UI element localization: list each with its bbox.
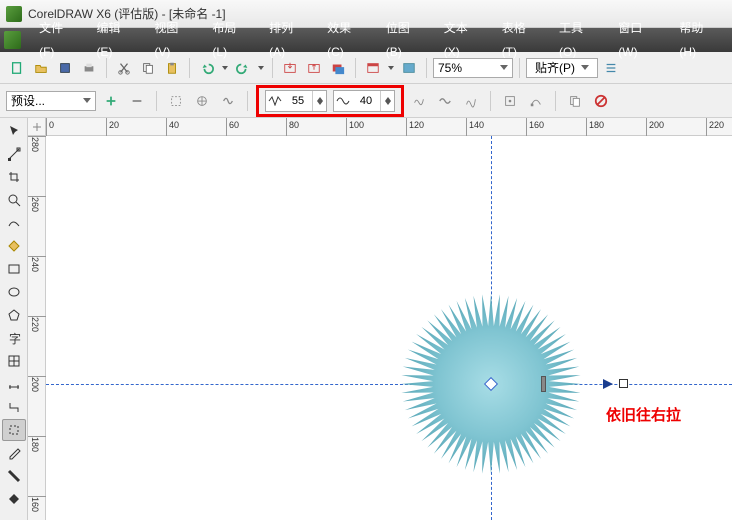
pick-tool[interactable] — [2, 120, 26, 142]
save-button[interactable] — [54, 57, 76, 79]
copy-distort-button[interactable] — [564, 90, 586, 112]
cut-button[interactable] — [113, 57, 135, 79]
zoom-tool[interactable] — [2, 189, 26, 211]
app-logo-icon — [6, 6, 22, 22]
dropdown-arrow-icon — [581, 65, 589, 70]
separator — [156, 91, 157, 111]
undo-dropdown[interactable] — [220, 57, 230, 79]
app-launcher-button[interactable] — [327, 57, 349, 79]
vertical-ruler[interactable]: 280260240220200180160 — [28, 136, 46, 520]
separator — [490, 91, 491, 111]
toolbox: 字 — [0, 118, 28, 520]
snap-label: 贴齐(P) — [535, 59, 575, 76]
presets-combo[interactable]: 预设... — [6, 91, 96, 111]
shape-tool[interactable] — [2, 143, 26, 165]
wave-icon — [334, 96, 352, 106]
amplitude-input[interactable] — [284, 95, 312, 107]
fullscreen-button[interactable] — [398, 57, 420, 79]
separator — [189, 58, 190, 78]
horizontal-guide[interactable] — [46, 384, 732, 385]
presets-label: 预设... — [11, 92, 45, 109]
stepper-up[interactable] — [313, 91, 326, 101]
rectangle-tool[interactable] — [2, 258, 26, 280]
welcome-button[interactable] — [362, 57, 384, 79]
separator — [106, 58, 107, 78]
freehand-tool[interactable] — [2, 212, 26, 234]
stepper-down[interactable] — [381, 101, 394, 111]
undo-button[interactable] — [196, 57, 218, 79]
separator — [426, 58, 427, 78]
frequency-stepper[interactable] — [333, 90, 395, 112]
print-button[interactable] — [78, 57, 100, 79]
separator — [272, 58, 273, 78]
direction-arrow-icon[interactable] — [603, 379, 613, 389]
svg-text:字: 字 — [9, 331, 21, 345]
dropdown-arrow-icon — [500, 65, 508, 70]
options-button[interactable] — [600, 57, 622, 79]
connector-tool[interactable] — [2, 396, 26, 418]
snap-combo[interactable]: 贴齐(P) — [526, 58, 598, 78]
canvas-area: 020406080100120140160180200220 280260240… — [28, 118, 732, 520]
import-button[interactable] — [279, 57, 301, 79]
menu-help[interactable]: 帮助(H) — [669, 16, 728, 64]
polygon-tool[interactable] — [2, 304, 26, 326]
frequency-input[interactable] — [352, 95, 380, 107]
outline-tool[interactable] — [2, 465, 26, 487]
distort-mode1-button[interactable] — [165, 90, 187, 112]
redo-dropdown[interactable] — [256, 57, 266, 79]
new-button[interactable] — [6, 57, 28, 79]
separator — [519, 58, 520, 78]
clear-distort-button[interactable] — [590, 90, 612, 112]
horizontal-ruler[interactable]: 020406080100120140160180200220 — [46, 118, 732, 136]
distortion-slider[interactable] — [541, 376, 546, 392]
app-logo-icon — [4, 31, 21, 49]
separator — [355, 58, 356, 78]
canvas[interactable]: 依旧往右拉 — [46, 136, 732, 520]
zoom-combo[interactable]: 75% — [433, 58, 513, 78]
welcome-dropdown[interactable] — [386, 57, 396, 79]
export-button[interactable] — [303, 57, 325, 79]
distort-mode3-button[interactable] — [217, 90, 239, 112]
random-distort-button[interactable] — [408, 90, 430, 112]
annotation-text: 依旧往右拉 — [606, 404, 681, 425]
convert-curves-button[interactable] — [525, 90, 547, 112]
workspace: 字 020406080100120140160180200220 2802602… — [0, 118, 732, 520]
table-tool[interactable] — [2, 350, 26, 372]
separator — [555, 91, 556, 111]
add-preset-button[interactable] — [100, 90, 122, 112]
ellipse-tool[interactable] — [2, 281, 26, 303]
stepper-up[interactable] — [381, 91, 394, 101]
open-button[interactable] — [30, 57, 52, 79]
separator — [247, 91, 248, 111]
smooth-distort-button[interactable] — [434, 90, 456, 112]
highlighted-parameters — [256, 85, 404, 117]
fill-tool[interactable] — [2, 488, 26, 510]
text-tool[interactable]: 字 — [2, 327, 26, 349]
eyedropper-tool[interactable] — [2, 442, 26, 464]
property-bar: 预设... — [0, 84, 732, 118]
zigzag-icon — [266, 96, 284, 106]
distort-mode2-button[interactable] — [191, 90, 213, 112]
interactive-tool[interactable] — [2, 419, 26, 441]
ruler-origin[interactable] — [28, 118, 46, 136]
zoom-value: 75% — [438, 61, 462, 75]
smart-fill-tool[interactable] — [2, 235, 26, 257]
crop-tool[interactable] — [2, 166, 26, 188]
center-distort-button[interactable] — [499, 90, 521, 112]
copy-button[interactable] — [137, 57, 159, 79]
end-handle[interactable] — [619, 379, 628, 388]
dropdown-arrow-icon — [83, 98, 91, 103]
remove-preset-button[interactable] — [126, 90, 148, 112]
redo-button[interactable] — [232, 57, 254, 79]
stepper-down[interactable] — [313, 101, 326, 111]
paste-button[interactable] — [161, 57, 183, 79]
local-distort-button[interactable] — [460, 90, 482, 112]
amplitude-stepper[interactable] — [265, 90, 327, 112]
dimension-tool[interactable] — [2, 373, 26, 395]
menu-bar: 文件(F) 编辑(E) 视图(V) 布局(L) 排列(A) 效果(C) 位图(B… — [0, 28, 732, 52]
